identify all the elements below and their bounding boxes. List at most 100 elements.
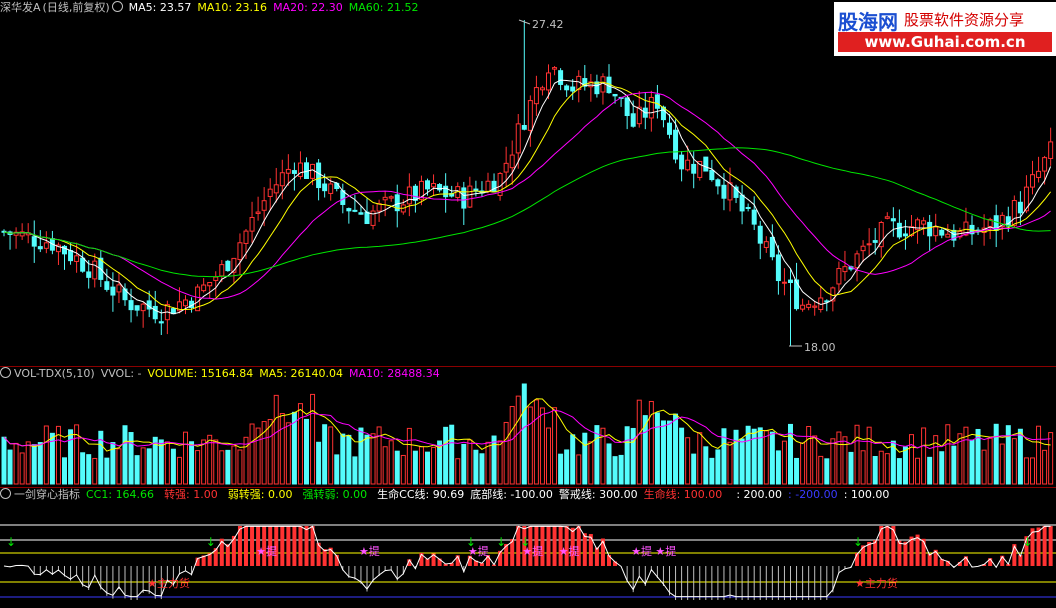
candle-body — [902, 233, 908, 237]
candle-body — [128, 300, 134, 311]
ma20-value: MA20: 22.30 — [273, 1, 343, 14]
volume-bar — [769, 431, 775, 485]
vol-ma10-value: MA10: 28488.34 — [348, 367, 440, 380]
volume-bar — [128, 432, 134, 485]
bottom-label: ★主力货 — [855, 576, 898, 590]
chart-mode[interactable]: (日线,前复权) — [43, 1, 110, 14]
candle-body — [291, 170, 297, 174]
volume-bar — [31, 444, 37, 485]
volume-bar — [322, 424, 328, 485]
volume-bar — [80, 452, 86, 485]
volume-bar — [763, 430, 769, 485]
candle-body — [243, 230, 249, 244]
volume-bar — [915, 457, 921, 485]
zq-value: 转强: 1.00 — [164, 488, 218, 501]
stock-name[interactable]: 深华发A — [0, 1, 41, 14]
volume-bar — [346, 434, 352, 485]
candle-body — [237, 242, 243, 260]
volume-bar — [527, 406, 533, 485]
volume-bar — [969, 439, 975, 485]
candle-body — [612, 93, 618, 97]
candle-body — [201, 284, 207, 292]
volume-bar — [285, 422, 291, 485]
candle-body — [461, 187, 467, 209]
candle-body — [207, 282, 213, 287]
volume-bar — [1042, 449, 1048, 485]
volume-bar — [1011, 438, 1017, 485]
candle-body — [158, 321, 164, 324]
volume-bar — [546, 427, 551, 485]
volume-bar — [558, 453, 564, 485]
cc1-value: CC1: 164.66 — [86, 488, 155, 501]
cc-bar — [903, 541, 908, 566]
ma5-value: MA5: 23.57 — [128, 1, 192, 14]
volume-bar — [237, 449, 243, 485]
volume-bar — [86, 454, 92, 485]
candle-body — [140, 303, 146, 312]
volume-bar — [400, 454, 406, 485]
cc-bar — [292, 526, 297, 566]
volume-bar — [564, 449, 570, 485]
volume-bar — [201, 439, 207, 485]
buy-arrow-icon: ↓ — [466, 535, 476, 549]
volume-bar — [267, 418, 273, 485]
dropdown-circle-icon[interactable] — [0, 367, 11, 378]
ind-name[interactable]: 一剑穿心指标 — [14, 488, 80, 501]
candle-body — [727, 182, 733, 201]
candle-body — [31, 236, 37, 247]
volume-bar — [1017, 428, 1023, 485]
dropdown-circle-icon[interactable] — [0, 488, 11, 499]
volume-bar — [685, 437, 691, 485]
volume-bar — [473, 449, 479, 485]
volume-bar — [304, 418, 309, 485]
volume-bar — [812, 435, 818, 485]
min-price-label: 18.00 — [804, 341, 836, 354]
volume-bar — [43, 425, 49, 485]
dropdown-circle-icon[interactable] — [111, 1, 123, 12]
candle-body — [533, 87, 539, 105]
volume-bar — [358, 427, 364, 485]
line-100-value: : 100.00 — [843, 488, 890, 501]
candle-body — [503, 162, 509, 173]
cc-bar — [885, 526, 890, 566]
candle-body — [261, 200, 267, 211]
site-logo: 股海网 股票软件资源分享 www.Guhai.com.cn — [834, 2, 1056, 56]
indicator-panel: ★提 ★提 ★提 ★提 ★提 ★提 ★提★主力货 ★主力货↓ ↓ ↓ ↓ ↓ ↓ ↓ — [0, 524, 1056, 600]
candle-body — [37, 246, 43, 250]
volume-bar — [412, 450, 418, 485]
signal-label: ★提 — [631, 545, 652, 558]
cc-bar — [280, 526, 285, 566]
warn-line-value: 警戒线: 300.00 — [558, 488, 638, 501]
volume-bar — [104, 457, 110, 485]
candle-body — [860, 245, 866, 252]
volume-value: VOLUME: 15164.84 — [147, 367, 254, 380]
buy-arrow-icon: ↓ — [206, 535, 216, 549]
volume-bar — [122, 425, 128, 485]
volume-bar — [19, 452, 25, 485]
volume-bar — [860, 450, 866, 485]
volume-bar — [92, 457, 98, 485]
candle-body — [921, 220, 927, 225]
volume-bar — [431, 446, 437, 485]
candle-body — [68, 250, 74, 262]
volume-bar — [334, 454, 340, 485]
candle-body — [388, 196, 394, 199]
volume-bar — [606, 443, 612, 485]
cc-bar — [286, 526, 291, 566]
candle-body — [624, 97, 630, 117]
candle-body — [279, 172, 285, 187]
candle-body — [890, 218, 896, 222]
ma60-value: MA60: 21.52 — [348, 1, 419, 14]
volume-bar — [667, 420, 672, 485]
candle-body — [43, 242, 49, 249]
volume-bar — [249, 423, 255, 485]
candle-body — [1042, 157, 1048, 172]
volume-bar — [691, 453, 697, 485]
volume-bar — [909, 434, 914, 485]
vol-indicator-name[interactable]: VOL-TDX(5,10) — [14, 367, 95, 380]
volume-bar — [733, 429, 739, 485]
volume-bar — [521, 383, 527, 485]
volume-bar — [927, 456, 933, 485]
volume-bar — [1030, 457, 1035, 485]
candle-body — [425, 180, 430, 190]
